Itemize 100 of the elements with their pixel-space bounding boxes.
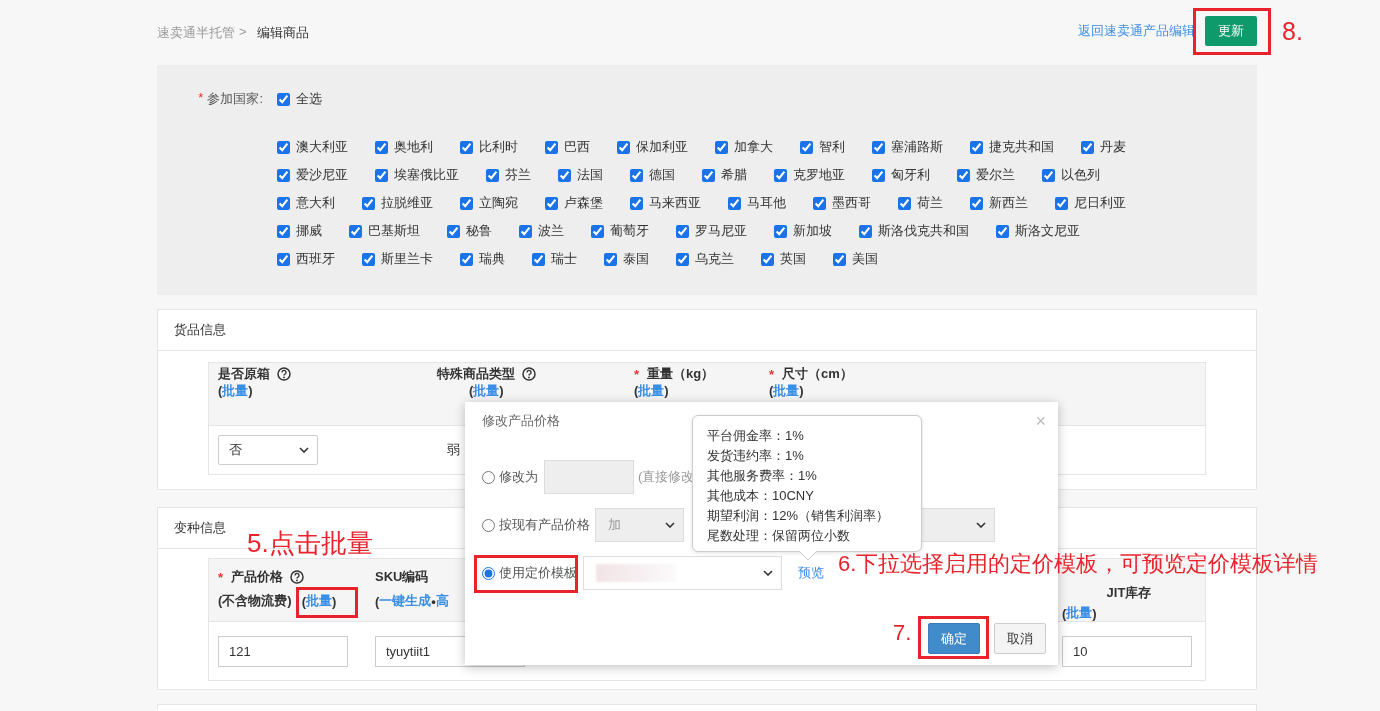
checkbox[interactable] — [996, 224, 1009, 238]
select-field[interactable]: 否 — [218, 435, 318, 465]
checkbox-label[interactable]: 尼日利亚 — [1074, 194, 1126, 212]
checkbox[interactable] — [774, 168, 787, 182]
help-icon[interactable] — [290, 570, 305, 584]
text-input[interactable]: 10 — [1062, 635, 1192, 667]
checkbox[interactable] — [1042, 168, 1055, 182]
checkbox[interactable] — [1055, 196, 1068, 210]
checkbox[interactable] — [532, 252, 545, 266]
checkbox[interactable] — [277, 140, 290, 154]
checkbox-label[interactable]: 波兰 — [538, 222, 564, 240]
checkbox[interactable] — [813, 196, 826, 210]
checkbox-label[interactable]: 西班牙 — [296, 250, 335, 268]
radio-button[interactable] — [482, 470, 495, 484]
checkbox[interactable] — [277, 196, 290, 210]
checkbox-label[interactable]: 捷克共和国 — [989, 138, 1054, 156]
checkbox-label[interactable]: 意大利 — [296, 194, 335, 212]
checkbox-label[interactable]: 塞浦路斯 — [891, 138, 943, 156]
checkbox-label[interactable]: 德国 — [649, 166, 675, 184]
help-icon[interactable] — [277, 367, 291, 381]
checkbox-label[interactable]: 克罗地亚 — [793, 166, 845, 184]
checkbox[interactable] — [349, 224, 362, 238]
checkbox-label[interactable]: 全选 — [296, 90, 322, 108]
checkbox-label[interactable]: 法国 — [577, 166, 603, 184]
checkbox-label[interactable]: 墨西哥 — [832, 194, 871, 212]
checkbox[interactable] — [617, 140, 630, 154]
checkbox[interactable] — [859, 224, 872, 238]
radio-button[interactable] — [482, 566, 495, 580]
checkbox-label[interactable]: 泰国 — [623, 250, 649, 268]
checkbox[interactable] — [486, 168, 499, 182]
checkbox-label[interactable]: 瑞士 — [551, 250, 577, 268]
checkbox[interactable] — [676, 252, 689, 266]
checkbox-label[interactable]: 美国 — [852, 250, 878, 268]
checkbox-label[interactable]: 乌克兰 — [695, 250, 734, 268]
checkbox[interactable] — [604, 252, 617, 266]
help-icon[interactable] — [522, 367, 536, 381]
checkbox-label[interactable]: 澳大利亚 — [296, 138, 348, 156]
checkbox-label[interactable]: 巴西 — [564, 138, 590, 156]
checkbox-label[interactable]: 以色列 — [1061, 166, 1100, 184]
checkbox-label[interactable]: 芬兰 — [505, 166, 531, 184]
checkbox[interactable] — [957, 168, 970, 182]
checkbox-label[interactable]: 埃塞俄比亚 — [394, 166, 459, 184]
checkbox-label[interactable]: 葡萄牙 — [610, 222, 649, 240]
checkbox[interactable] — [872, 140, 885, 154]
checkbox[interactable] — [362, 196, 375, 210]
checkbox[interactable] — [519, 224, 532, 238]
checkbox-label[interactable]: 拉脱维亚 — [381, 194, 433, 212]
checkbox[interactable] — [460, 140, 473, 154]
checkbox-label[interactable]: 斯里兰卡 — [381, 250, 433, 268]
checkbox-label[interactable]: 马来西亚 — [649, 194, 701, 212]
checkbox[interactable] — [761, 252, 774, 266]
checkbox[interactable] — [375, 168, 388, 182]
checkbox[interactable] — [460, 252, 473, 266]
checkbox-label[interactable]: 爱沙尼亚 — [296, 166, 348, 184]
checkbox[interactable] — [630, 168, 643, 182]
checkbox[interactable] — [447, 224, 460, 238]
checkbox-label[interactable]: 匈牙利 — [891, 166, 930, 184]
checkbox-label[interactable]: 新西兰 — [989, 194, 1028, 212]
checkbox-label[interactable]: 爱尔兰 — [976, 166, 1015, 184]
checkbox-label[interactable]: 瑞典 — [479, 250, 505, 268]
checkbox[interactable] — [362, 252, 375, 266]
checkbox-label[interactable]: 荷兰 — [917, 194, 943, 212]
checkbox-label[interactable]: 卢森堡 — [564, 194, 603, 212]
checkbox[interactable] — [277, 224, 290, 238]
checkbox[interactable] — [591, 224, 604, 238]
checkbox-label[interactable]: 加拿大 — [734, 138, 773, 156]
checkbox[interactable] — [558, 168, 571, 182]
checkbox[interactable] — [970, 140, 983, 154]
checkbox[interactable] — [970, 196, 983, 210]
checkbox[interactable] — [872, 168, 885, 182]
checkbox-label[interactable]: 罗马尼亚 — [695, 222, 747, 240]
checkbox[interactable] — [728, 196, 741, 210]
checkbox[interactable] — [774, 224, 787, 238]
radio-button[interactable] — [482, 518, 495, 532]
checkbox[interactable] — [630, 196, 643, 210]
checkbox-label[interactable]: 新加坡 — [793, 222, 832, 240]
checkbox[interactable] — [545, 196, 558, 210]
text-input[interactable]: 121 — [218, 635, 348, 667]
update-button[interactable]: 更新 — [1205, 15, 1257, 46]
checkbox[interactable] — [1081, 140, 1094, 154]
checkbox[interactable] — [702, 168, 715, 182]
radio-label[interactable]: 修改为 — [499, 468, 538, 486]
checkbox-label[interactable]: 奥地利 — [394, 138, 433, 156]
checkbox-label[interactable]: 智利 — [819, 138, 845, 156]
radio-label[interactable]: 使用定价模板 — [499, 564, 577, 582]
checkbox-label[interactable]: 斯洛文尼亚 — [1015, 222, 1080, 240]
checkbox-label[interactable]: 希腊 — [721, 166, 747, 184]
checkbox[interactable] — [460, 196, 473, 210]
checkbox[interactable] — [375, 140, 388, 154]
cancel-button[interactable]: 取消 — [994, 623, 1046, 654]
checkbox[interactable] — [277, 252, 290, 266]
checkbox[interactable] — [545, 140, 558, 154]
checkbox-label[interactable]: 丹麦 — [1100, 138, 1126, 156]
checkbox-label[interactable]: 马耳他 — [747, 194, 786, 212]
checkbox-label[interactable]: 英国 — [780, 250, 806, 268]
checkbox-label[interactable]: 保加利亚 — [636, 138, 688, 156]
checkbox-label[interactable]: 立陶宛 — [479, 194, 518, 212]
checkbox-label[interactable]: 秘鲁 — [466, 222, 492, 240]
checkbox[interactable] — [898, 196, 911, 210]
checkbox[interactable] — [277, 168, 290, 182]
